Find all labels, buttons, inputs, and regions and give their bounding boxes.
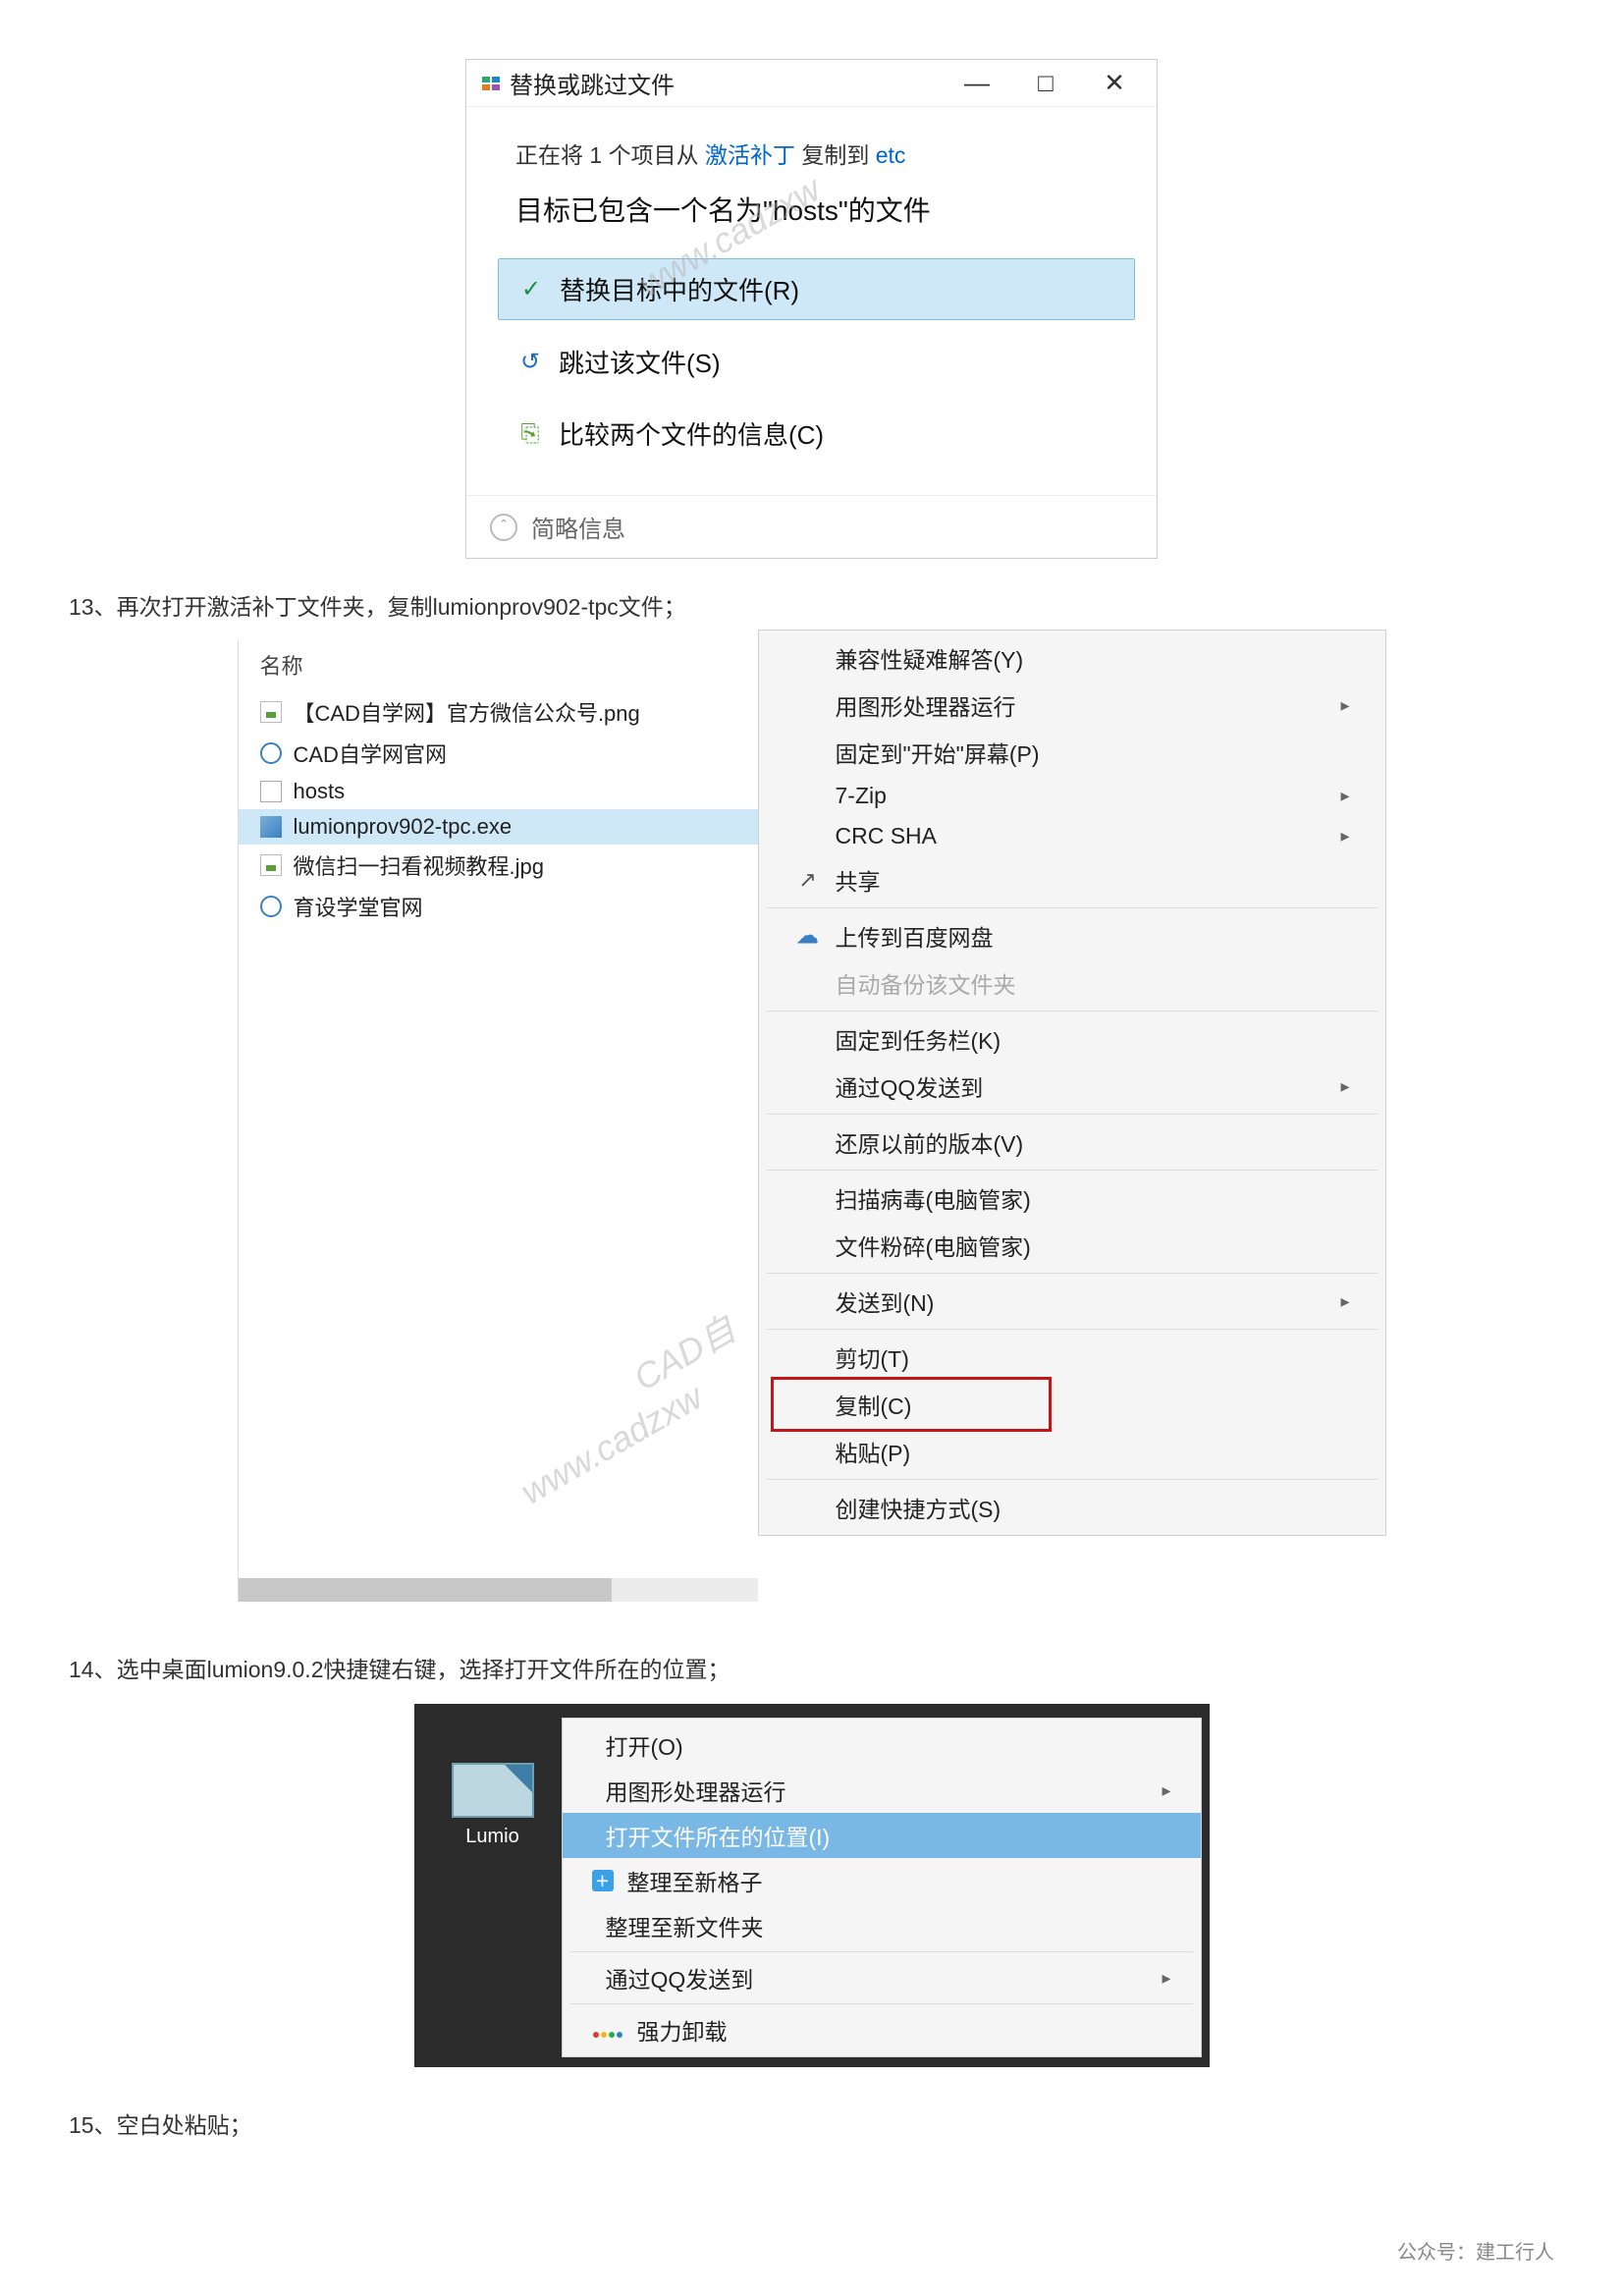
list-item-selected[interactable]: lumionprov902-tpc.exe bbox=[239, 809, 758, 845]
menu-item-open[interactable]: 打开(O) bbox=[563, 1722, 1201, 1768]
context-menu: 打开(O) 用图形处理器运行 打开文件所在的位置(I) +整理至新格子 整理至新… bbox=[562, 1718, 1202, 2057]
page-footer: 公众号：建工行人 bbox=[1397, 2236, 1554, 2265]
step-14: 14、选中桌面lumion9.0.2快捷键右键，选择打开文件所在的位置； bbox=[69, 1651, 1554, 1684]
list-item[interactable]: 微信扫一扫看视频教程.jpg bbox=[239, 845, 758, 886]
menu-item-compat[interactable]: 兼容性疑难解答(Y) bbox=[759, 634, 1385, 682]
menu-separator bbox=[767, 1479, 1378, 1480]
menu-separator bbox=[767, 1114, 1378, 1115]
menu-item-baidu[interactable]: ☁上传到百度网盘 bbox=[759, 912, 1385, 959]
menu-separator bbox=[767, 1170, 1378, 1171]
menu-item-7zip[interactable]: 7-Zip bbox=[759, 776, 1385, 816]
menu-item-gpu[interactable]: 用图形处理器运行 bbox=[759, 682, 1385, 729]
option-replace[interactable]: ✓ 替换目标中的文件(R) bbox=[498, 258, 1135, 320]
menu-item-cut[interactable]: 剪切(T) bbox=[759, 1334, 1385, 1381]
option-compare[interactable]: ⎘ 比较两个文件的信息(C) bbox=[498, 404, 1135, 464]
url-file-icon bbox=[260, 896, 282, 917]
dialog-titlebar: 替换或跳过文件 — □ ✕ bbox=[466, 60, 1157, 107]
image-file-icon bbox=[260, 701, 282, 723]
menu-item-sendto[interactable]: 发送到(N) bbox=[759, 1278, 1385, 1325]
menu-item-qq[interactable]: 通过QQ发送到 bbox=[563, 1955, 1201, 2000]
desktop-with-context-menu: Lumio 打开(O) 用图形处理器运行 打开文件所在的位置(I) +整理至新格… bbox=[414, 1704, 1210, 2067]
menu-separator bbox=[570, 2003, 1193, 2004]
maximize-button[interactable]: □ bbox=[1031, 68, 1060, 98]
menu-item-shortcut[interactable]: 创建快捷方式(S) bbox=[759, 1484, 1385, 1531]
list-item[interactable]: 【CAD自学网】官方微信公众号.png bbox=[239, 691, 758, 733]
copy-progress-line: 正在将 1 个项目从 激活补丁 复制到 etc bbox=[515, 137, 1117, 170]
file-icon bbox=[260, 781, 282, 802]
column-header-name[interactable]: 名称 bbox=[239, 639, 758, 691]
source-link[interactable]: 激活补丁 bbox=[705, 142, 795, 168]
dialog-footer[interactable]: ˆ 简略信息 bbox=[466, 495, 1157, 558]
app-icon bbox=[482, 77, 500, 90]
menu-item-open-file-location[interactable]: 打开文件所在的位置(I) bbox=[563, 1813, 1201, 1858]
undo-icon: ↺ bbox=[515, 348, 545, 376]
menu-item-paste[interactable]: 粘贴(P) bbox=[759, 1428, 1385, 1475]
menu-item-folder[interactable]: 整理至新文件夹 bbox=[563, 1903, 1201, 1948]
plus-icon: + bbox=[592, 1870, 614, 1891]
menu-item-gpu[interactable]: 用图形处理器运行 bbox=[563, 1768, 1201, 1813]
menu-item-shred[interactable]: 文件粉碎(电脑管家) bbox=[759, 1222, 1385, 1269]
dots-icon bbox=[592, 2017, 623, 2044]
details-toggle-label: 简略信息 bbox=[531, 510, 625, 544]
menu-item-scan[interactable]: 扫描病毒(电脑管家) bbox=[759, 1175, 1385, 1222]
baidu-icon: ☁ bbox=[794, 923, 822, 949]
dialog-title: 替换或跳过文件 bbox=[510, 66, 962, 100]
app-icon bbox=[452, 1763, 534, 1818]
menu-item-share[interactable]: ↗共享 bbox=[759, 856, 1385, 903]
menu-item-qq[interactable]: 通过QQ发送到 bbox=[759, 1063, 1385, 1110]
menu-separator bbox=[570, 1951, 1193, 1952]
image-file-icon bbox=[260, 854, 282, 876]
close-button[interactable]: ✕ bbox=[1100, 68, 1129, 98]
conflict-headline: 目标已包含一个名为"hosts"的文件 bbox=[515, 190, 1117, 229]
file-list: 名称 【CAD自学网】官方微信公众号.png CAD自学网官网 hosts lu… bbox=[238, 639, 758, 1602]
desktop-shortcut-label: Lumio bbox=[465, 1826, 518, 1847]
horizontal-scrollbar[interactable] bbox=[239, 1578, 758, 1602]
menu-item-copy[interactable]: 复制(C) bbox=[759, 1381, 1385, 1428]
list-item[interactable]: hosts bbox=[239, 774, 758, 809]
dest-link[interactable]: etc bbox=[876, 142, 906, 168]
exe-file-icon bbox=[260, 816, 282, 838]
menu-separator bbox=[767, 1329, 1378, 1330]
menu-item-backup: 自动备份该文件夹 bbox=[759, 959, 1385, 1007]
minimize-button[interactable]: — bbox=[962, 68, 992, 98]
explorer-with-context-menu: 名称 【CAD自学网】官方微信公众号.png CAD自学网官网 hosts lu… bbox=[238, 639, 1386, 1621]
menu-item-uninstall[interactable]: 强力卸载 bbox=[563, 2007, 1201, 2052]
menu-separator bbox=[767, 907, 1378, 908]
desktop-shortcut-lumion[interactable]: Lumio bbox=[434, 1763, 552, 1848]
step-15: 15、空白处粘贴； bbox=[69, 2106, 1554, 2140]
share-icon: ↗ bbox=[794, 867, 822, 893]
menu-item-pin-start[interactable]: 固定到"开始"屏幕(P) bbox=[759, 729, 1385, 776]
chevron-up-icon: ˆ bbox=[490, 514, 517, 541]
url-file-icon bbox=[260, 742, 282, 764]
replace-dialog: 替换或跳过文件 — □ ✕ 正在将 1 个项目从 激活补丁 复制到 etc 目标… bbox=[465, 59, 1158, 559]
menu-separator bbox=[767, 1273, 1378, 1274]
context-menu: 兼容性疑难解答(Y) 用图形处理器运行 固定到"开始"屏幕(P) 7-Zip C… bbox=[758, 629, 1386, 1536]
menu-item-restore[interactable]: 还原以前的版本(V) bbox=[759, 1119, 1385, 1166]
list-item[interactable]: 育设学堂官网 bbox=[239, 886, 758, 927]
menu-item-grid[interactable]: +整理至新格子 bbox=[563, 1858, 1201, 1903]
option-skip[interactable]: ↺ 跳过该文件(S) bbox=[498, 332, 1135, 392]
list-item[interactable]: CAD自学网官网 bbox=[239, 733, 758, 774]
check-icon: ✓ bbox=[516, 275, 546, 303]
menu-item-taskbar[interactable]: 固定到任务栏(K) bbox=[759, 1015, 1385, 1063]
compare-icon: ⎘ bbox=[515, 420, 545, 448]
menu-item-crc[interactable]: CRC SHA bbox=[759, 816, 1385, 856]
step-13: 13、再次打开激活补丁文件夹，复制lumionprov902-tpc文件； bbox=[69, 588, 1554, 622]
